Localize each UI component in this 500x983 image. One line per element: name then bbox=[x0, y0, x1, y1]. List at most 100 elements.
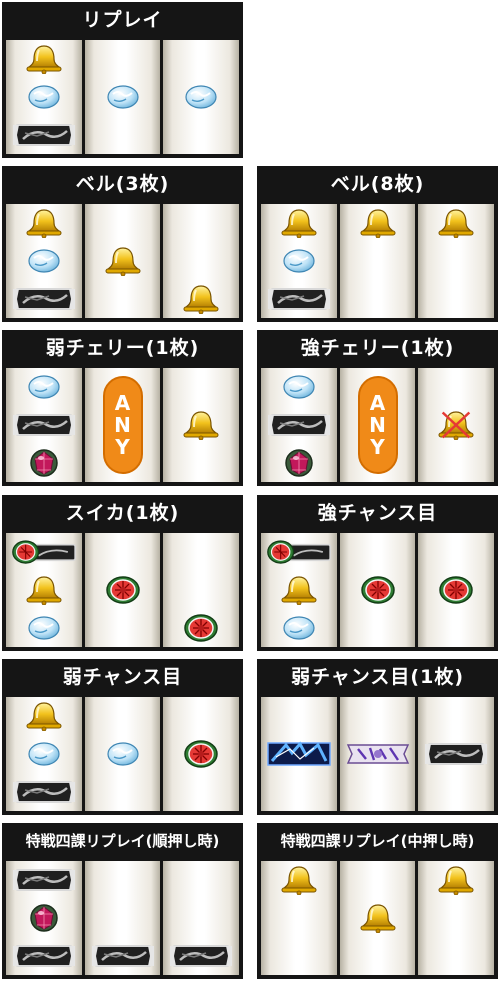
reel-right bbox=[418, 533, 495, 647]
reel-slot bbox=[6, 773, 82, 811]
replay-icon bbox=[27, 84, 61, 110]
reel-right bbox=[163, 861, 240, 975]
reel-left bbox=[6, 368, 82, 482]
bell-icon bbox=[25, 44, 63, 75]
reel-strip: ANY bbox=[261, 368, 495, 482]
reel-strip: ANY bbox=[6, 368, 240, 482]
reel-slot bbox=[418, 861, 494, 899]
any-letter: N bbox=[369, 413, 386, 437]
reel-right bbox=[418, 697, 495, 811]
melon-icon bbox=[438, 575, 474, 605]
reel-slot bbox=[6, 571, 82, 609]
panel-suika: スイカ(1枚) bbox=[2, 495, 243, 651]
bar-icon bbox=[267, 286, 330, 312]
reel-slot bbox=[261, 368, 337, 406]
reel-slot bbox=[6, 242, 82, 280]
bell-icon bbox=[280, 575, 318, 606]
reel-strip bbox=[261, 697, 495, 811]
reel-slot bbox=[6, 609, 82, 647]
panel-tokusen-replay-center: 特戦四課リプレイ(中押し時) bbox=[257, 823, 498, 979]
reel-slot bbox=[163, 78, 239, 116]
reel-slot bbox=[261, 533, 337, 571]
reel-slot bbox=[6, 899, 82, 937]
bell-icon bbox=[104, 246, 142, 277]
reel-slot bbox=[261, 735, 337, 773]
reel-slot bbox=[163, 609, 239, 647]
reel-left bbox=[261, 697, 337, 811]
bell-icon bbox=[280, 865, 318, 896]
reel-slot bbox=[418, 406, 494, 444]
reel-slot bbox=[261, 242, 337, 280]
reel-slot bbox=[85, 937, 161, 975]
reel-slot bbox=[6, 40, 82, 78]
bar-icon bbox=[12, 867, 75, 893]
reel-center bbox=[84, 861, 161, 975]
reel-left bbox=[261, 368, 337, 482]
bell-icon bbox=[25, 701, 63, 732]
panel-title: リプレイ bbox=[82, 9, 163, 31]
reel-left bbox=[261, 861, 337, 975]
bell-icon bbox=[359, 208, 397, 239]
reel-left bbox=[6, 861, 82, 975]
bar-icon bbox=[170, 943, 233, 969]
bell-icon bbox=[359, 903, 397, 934]
bell-icon bbox=[25, 575, 63, 606]
reel-slot bbox=[6, 116, 82, 154]
melon-bar-icon bbox=[266, 537, 332, 567]
any-badge: ANY bbox=[357, 376, 398, 474]
jewel-icon bbox=[29, 903, 59, 933]
reel-slot bbox=[85, 735, 161, 773]
panel-title: 弱チェリー(1枚) bbox=[45, 337, 200, 359]
panel-weak-cherry: 弱チェリー(1枚) ANY bbox=[2, 330, 243, 486]
reel-slot bbox=[6, 368, 82, 406]
reel-slot bbox=[6, 78, 82, 116]
reel-right bbox=[418, 204, 495, 318]
reel-center bbox=[84, 204, 161, 318]
panel-title: 弱チャンス目 bbox=[62, 666, 183, 688]
reel-center bbox=[84, 533, 161, 647]
reel-slot bbox=[261, 406, 337, 444]
reel-left bbox=[6, 204, 82, 318]
reel-slot bbox=[163, 937, 239, 975]
bell-icon bbox=[437, 865, 475, 896]
reel-right bbox=[418, 861, 495, 975]
panel-title: 特戦四課リプレイ(順押し時) bbox=[25, 832, 220, 850]
reel-strip bbox=[261, 861, 495, 975]
reel-right bbox=[163, 533, 240, 647]
melon-bar-icon bbox=[11, 537, 77, 567]
bell-icon bbox=[437, 208, 475, 239]
reel-slot bbox=[6, 937, 82, 975]
blue-icon bbox=[266, 739, 332, 769]
reel-slot bbox=[261, 609, 337, 647]
panel-bell-3: ベル(3枚) bbox=[2, 166, 243, 322]
reel-strip bbox=[261, 204, 495, 318]
reel-left bbox=[6, 40, 82, 154]
bar-icon bbox=[12, 779, 75, 805]
reel-strip bbox=[6, 697, 240, 811]
reel-slot bbox=[6, 533, 82, 571]
melon-icon bbox=[183, 739, 219, 769]
panel-strong-cherry: 強チェリー(1枚) ANY bbox=[257, 330, 498, 486]
any-letter: A bbox=[114, 391, 131, 415]
reel-center bbox=[339, 533, 416, 647]
reel-slot bbox=[340, 735, 416, 773]
reel-slot bbox=[85, 242, 161, 280]
bell-icon bbox=[182, 410, 220, 441]
reel-slot bbox=[85, 78, 161, 116]
reel-slot bbox=[6, 861, 82, 899]
panel-tokusen-replay-forward: 特戦四課リプレイ(順押し時) bbox=[2, 823, 243, 979]
panel-title: 強チェリー(1枚) bbox=[300, 337, 455, 359]
reel-right bbox=[163, 204, 240, 318]
reel-strip bbox=[6, 40, 240, 154]
reel-right bbox=[418, 368, 495, 482]
replay-icon bbox=[27, 374, 61, 400]
reel-right bbox=[163, 40, 240, 154]
reel-left bbox=[6, 697, 82, 811]
reel-center bbox=[84, 40, 161, 154]
reel-slot bbox=[261, 571, 337, 609]
bar-icon bbox=[12, 943, 75, 969]
melon-icon bbox=[183, 613, 219, 643]
reel-center bbox=[339, 697, 416, 811]
reel-slot bbox=[340, 571, 416, 609]
bell-icon bbox=[25, 208, 63, 239]
